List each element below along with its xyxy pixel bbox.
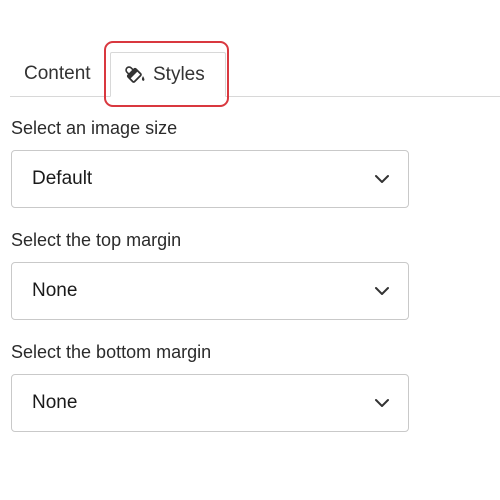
bottom-margin-value: None: [32, 392, 78, 413]
bottom-margin-select[interactable]: None: [11, 374, 409, 432]
image-size-select[interactable]: Default: [11, 150, 409, 208]
paint-bucket-icon: [125, 64, 147, 86]
tab-styles-label: Styles: [153, 63, 205, 85]
top-margin-value: None: [32, 280, 78, 301]
top-margin-select[interactable]: None: [11, 262, 409, 320]
tab-content[interactable]: Content: [24, 52, 91, 96]
settings-panel: Content Styles Select an image size Defa…: [0, 0, 500, 500]
bottom-margin-label: Select the bottom margin: [11, 342, 212, 362]
chevron-down-icon: [375, 175, 389, 183]
image-size-label: Select an image size: [11, 118, 178, 138]
tab-bar: Content Styles: [10, 52, 500, 97]
chevron-down-icon: [375, 399, 389, 407]
tab-content-label: Content: [24, 63, 91, 84]
image-size-value: Default: [32, 168, 93, 189]
tab-styles[interactable]: Styles: [110, 52, 226, 97]
chevron-down-icon: [375, 287, 389, 295]
top-margin-label: Select the top margin: [11, 230, 182, 250]
